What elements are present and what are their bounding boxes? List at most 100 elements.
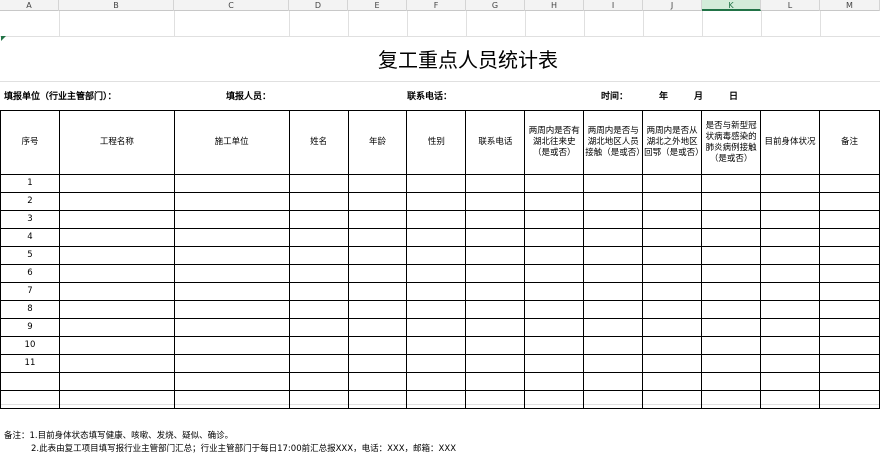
column-header-l[interactable]: L [761, 0, 820, 11]
column-header-b[interactable]: B [59, 0, 174, 11]
column-header-c[interactable]: C [174, 0, 289, 11]
table-cell[interactable] [818, 246, 880, 265]
table-cell[interactable] [347, 192, 408, 211]
table-cell[interactable] [347, 354, 408, 373]
table-cell[interactable] [347, 336, 408, 355]
sheet-title[interactable]: 复工重点人员统计表 [0, 40, 880, 80]
table-cell[interactable] [288, 210, 349, 229]
table-cell[interactable] [818, 282, 880, 301]
table-cell[interactable] [58, 228, 175, 247]
table-cell[interactable] [173, 210, 290, 229]
column-header-a[interactable]: A [0, 0, 59, 11]
table-cell[interactable] [288, 264, 349, 283]
table-cell[interactable] [583, 210, 644, 229]
row-number-cell[interactable]: 7 [0, 282, 60, 301]
table-cell[interactable] [406, 174, 467, 193]
table-cell[interactable] [701, 354, 762, 373]
table-cell[interactable] [701, 192, 762, 211]
header-cell[interactable]: 姓名 [288, 110, 349, 175]
table-cell[interactable] [406, 282, 467, 301]
table-cell[interactable] [173, 390, 290, 409]
table-cell[interactable] [760, 174, 820, 193]
table-cell[interactable] [701, 282, 762, 301]
table-cell[interactable] [347, 228, 408, 247]
table-cell[interactable] [288, 192, 349, 211]
header-cell[interactable]: 年龄 [347, 110, 408, 175]
table-cell[interactable] [583, 282, 644, 301]
table-cell[interactable] [760, 228, 820, 247]
table-cell[interactable] [406, 192, 467, 211]
table-cell[interactable] [583, 372, 644, 391]
table-cell[interactable] [288, 246, 349, 265]
table-cell[interactable] [642, 192, 703, 211]
table-cell[interactable] [642, 210, 703, 229]
table-cell[interactable] [818, 210, 880, 229]
table-cell[interactable] [406, 390, 467, 409]
table-cell[interactable] [642, 318, 703, 337]
table-cell[interactable] [818, 300, 880, 319]
table-cell[interactable] [760, 390, 820, 409]
table-cell[interactable] [465, 336, 526, 355]
column-header-h[interactable]: H [525, 0, 584, 11]
table-cell[interactable] [465, 300, 526, 319]
unit-label[interactable]: 填报单位（行业主管部门）： [4, 90, 117, 104]
table-cell[interactable] [760, 300, 820, 319]
row-number-cell[interactable]: 11 [0, 354, 60, 373]
filler-label[interactable]: 填报人员： [226, 90, 271, 104]
table-cell[interactable] [347, 246, 408, 265]
table-cell[interactable] [524, 192, 585, 211]
table-cell[interactable] [760, 318, 820, 337]
row-number-cell[interactable]: 10 [0, 336, 60, 355]
table-cell[interactable] [583, 228, 644, 247]
table-cell[interactable] [701, 372, 762, 391]
table-cell[interactable] [173, 372, 290, 391]
table-cell[interactable] [818, 228, 880, 247]
table-cell[interactable] [524, 246, 585, 265]
table-cell[interactable] [58, 210, 175, 229]
time-label[interactable]: 时间： [601, 90, 628, 104]
row-number-cell[interactable] [0, 390, 60, 409]
header-cell[interactable]: 联系电话 [465, 110, 526, 175]
phone-label[interactable]: 联系电话： [407, 90, 452, 104]
table-cell[interactable] [524, 354, 585, 373]
table-cell[interactable] [173, 300, 290, 319]
table-cell[interactable] [642, 174, 703, 193]
table-cell[interactable] [524, 174, 585, 193]
table-cell[interactable] [465, 264, 526, 283]
table-cell[interactable] [701, 300, 762, 319]
row-number-cell[interactable]: 1 [0, 174, 60, 193]
table-cell[interactable] [818, 192, 880, 211]
table-cell[interactable] [406, 228, 467, 247]
column-header-g[interactable]: G [466, 0, 525, 11]
table-cell[interactable] [406, 354, 467, 373]
table-cell[interactable] [173, 354, 290, 373]
table-cell[interactable] [818, 390, 880, 409]
row-number-cell[interactable]: 2 [0, 192, 60, 211]
table-cell[interactable] [583, 354, 644, 373]
table-cell[interactable] [406, 246, 467, 265]
table-cell[interactable] [406, 264, 467, 283]
table-cell[interactable] [465, 210, 526, 229]
table-cell[interactable] [288, 318, 349, 337]
table-cell[interactable] [347, 318, 408, 337]
table-cell[interactable] [524, 318, 585, 337]
table-cell[interactable] [583, 300, 644, 319]
table-cell[interactable] [173, 318, 290, 337]
table-cell[interactable] [173, 228, 290, 247]
table-cell[interactable] [406, 372, 467, 391]
footnote-line-1[interactable]: 备注：1.目前身体状态填写健康、咳嗽、发烧、疑似、确诊。 [4, 430, 456, 443]
table-cell[interactable] [173, 336, 290, 355]
table-cell[interactable] [818, 264, 880, 283]
table-cell[interactable] [465, 228, 526, 247]
column-header-m[interactable]: M [820, 0, 880, 11]
table-cell[interactable] [818, 354, 880, 373]
table-cell[interactable] [760, 210, 820, 229]
year-label[interactable]: 年 [659, 90, 668, 104]
header-cell[interactable]: 工程名称 [58, 110, 175, 175]
table-cell[interactable] [524, 336, 585, 355]
table-cell[interactable] [58, 300, 175, 319]
column-header-k[interactable]: K [702, 0, 761, 11]
header-cell[interactable]: 两周内是否与湖北地区人员接触（是或否） [583, 110, 644, 175]
table-cell[interactable] [642, 354, 703, 373]
table-cell[interactable] [760, 246, 820, 265]
